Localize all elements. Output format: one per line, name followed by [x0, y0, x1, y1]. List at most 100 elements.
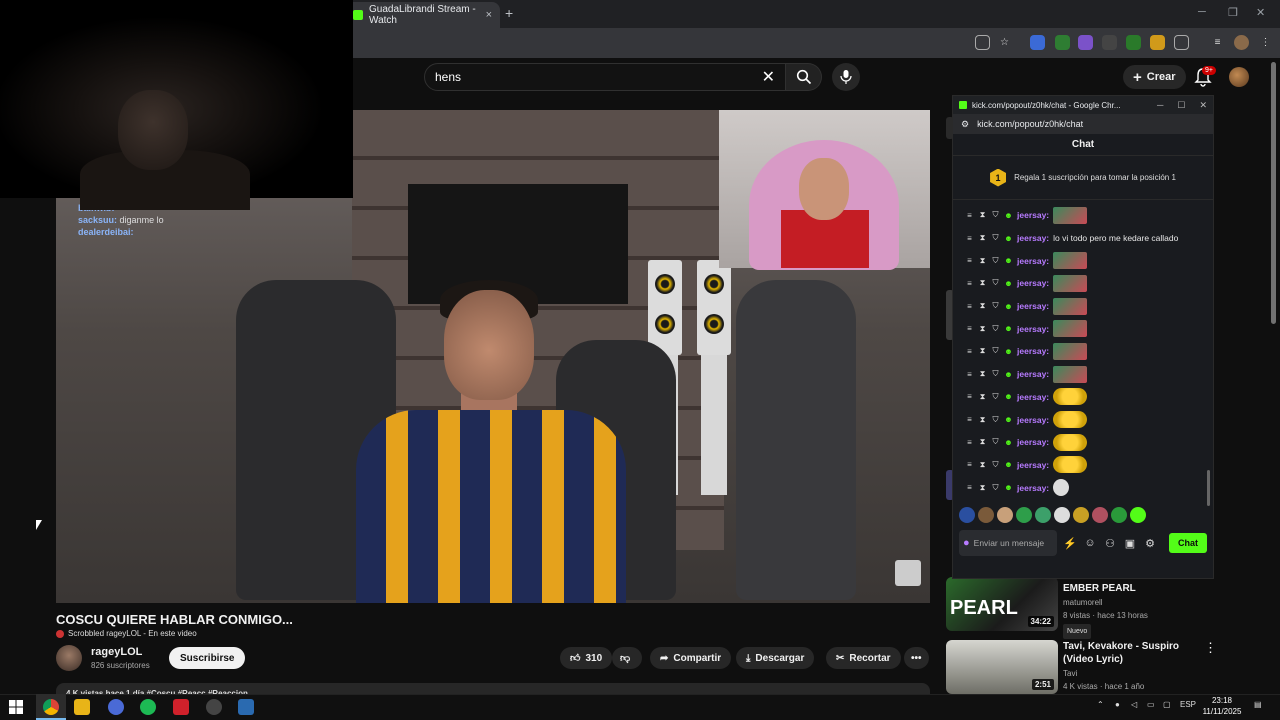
more-actions-button[interactable]: ••• — [904, 647, 929, 669]
ban-shield-icon[interactable]: ⛉ — [991, 210, 1000, 220]
gift-sub-banner[interactable]: 1 Regala 1 suscripción para tomar la pos… — [953, 156, 1213, 200]
like-button[interactable]: 👍︎ 310 — [560, 647, 612, 669]
emote-icon[interactable] — [1016, 507, 1032, 523]
chat-username[interactable]: jeersay: — [1017, 210, 1049, 220]
clear-search-icon[interactable]: ✕ — [762, 67, 775, 87]
chat-username[interactable]: jeersay: — [1017, 301, 1049, 311]
display-icon[interactable]: ▢ — [1163, 700, 1171, 709]
recommended-title[interactable]: EMBER PEARL — [1063, 582, 1203, 595]
chat-username[interactable]: jeersay: — [1017, 346, 1049, 356]
chat-scrollbar[interactable] — [1207, 470, 1210, 506]
emote-icon[interactable] — [1111, 507, 1127, 523]
message-menu-icon[interactable]: ≡ — [965, 370, 974, 379]
profile-icon[interactable] — [1234, 35, 1249, 50]
ban-shield-icon[interactable]: ⛉ — [991, 324, 1000, 333]
site-info-icon[interactable]: ⚙ — [961, 119, 969, 130]
emote-icon[interactable] — [959, 507, 975, 523]
chat-message[interactable]: ≡ ⧗ ⛉ ☻ jeersay: lo vi todo pero me kedare ca… — [965, 227, 1213, 250]
timeout-icon[interactable]: ⧗ — [978, 233, 987, 243]
channel-name[interactable]: rageyLOL — [91, 646, 142, 658]
network-icon[interactable]: ▭ — [1147, 700, 1155, 709]
timeout-icon[interactable]: ⧗ — [978, 483, 987, 492]
ban-shield-icon[interactable]: ⛉ — [991, 346, 1000, 356]
emote-icon[interactable] — [1035, 507, 1051, 523]
emote-icon[interactable] — [997, 507, 1013, 523]
users-icon[interactable]: ⚇ — [1103, 537, 1117, 550]
maximize-window-button[interactable]: ❐ — [1228, 6, 1238, 19]
chat-username[interactable]: jeersay: — [1017, 483, 1049, 493]
message-menu-icon[interactable]: ≡ — [965, 234, 974, 243]
close-window-button[interactable]: ✕ — [1256, 6, 1265, 19]
voice-search-button[interactable] — [832, 63, 860, 91]
emote-icon[interactable] — [1073, 507, 1089, 523]
message-menu-icon[interactable]: ≡ — [965, 211, 974, 220]
search-button[interactable] — [786, 63, 822, 91]
taskbar-clock[interactable]: 23:18 11/11/2025 — [1200, 695, 1244, 717]
recommended-thumbnail[interactable]: 2:51 — [946, 640, 1058, 694]
chat-message[interactable]: ≡ ⧗ ⛉ ☻ jeersay: — [965, 272, 1213, 295]
new-tab-button[interactable]: + — [505, 5, 513, 21]
clip-button[interactable]: ✂ Recortar — [826, 647, 901, 669]
chat-message[interactable]: ≡ ⧗ ⛉ ☻ jeersay: — [965, 249, 1213, 272]
reading-list-icon[interactable]: ≡ — [1210, 35, 1225, 50]
chat-message[interactable]: ≡ ⧗ ⛉ ☻ jeersay: — [965, 431, 1213, 454]
volume-icon[interactable]: ◁ — [1131, 700, 1137, 709]
message-menu-icon[interactable]: ≡ — [965, 279, 974, 288]
timeout-icon[interactable]: ⧗ — [978, 301, 987, 311]
chat-username[interactable]: jeersay: — [1017, 437, 1049, 447]
chrome-icon[interactable] — [43, 699, 59, 715]
maximize-popup-button[interactable]: ☐ — [1177, 100, 1185, 111]
ban-shield-icon[interactable]: ⛉ — [991, 256, 1000, 265]
browser-menu-icon[interactable]: ⋮ — [1258, 35, 1273, 50]
message-menu-icon[interactable]: ≡ — [965, 347, 974, 356]
chat-message[interactable]: ≡ ⧗ ⛉ ☻ jeersay: — [965, 476, 1213, 499]
minimize-window-button[interactable]: ─ — [1198, 6, 1206, 18]
windows-start-icon[interactable] — [8, 699, 24, 715]
timeout-icon[interactable]: ⧗ — [978, 210, 987, 220]
chat-message[interactable]: ≡ ⧗ ⛉ ☻ jeersay: — [965, 386, 1213, 409]
ban-shield-icon[interactable]: ⛉ — [991, 392, 1000, 401]
dislike-button[interactable]: 👎︎ — [612, 647, 642, 669]
keyboard-language[interactable]: ESP — [1180, 700, 1196, 709]
account-avatar[interactable] — [1229, 67, 1249, 87]
timeout-icon[interactable]: ⧗ — [978, 346, 987, 356]
microphone-icon[interactable]: ● — [963, 537, 970, 548]
timeout-icon[interactable]: ⧗ — [978, 324, 987, 333]
extension-icon[interactable] — [1102, 35, 1117, 50]
command-icon[interactable]: ⚡ — [1063, 537, 1077, 550]
notifications-center-icon[interactable]: ▤ — [1254, 700, 1262, 709]
timeout-icon[interactable]: ⧗ — [978, 460, 987, 469]
timeout-icon[interactable]: ⧗ — [978, 369, 987, 379]
timeout-icon[interactable]: ⧗ — [978, 256, 987, 265]
chat-username[interactable]: jeersay: — [1017, 392, 1049, 402]
ban-shield-icon[interactable]: ⛉ — [991, 437, 1000, 447]
emoji-icon[interactable]: ☺ — [1083, 537, 1097, 549]
page-scrollbar[interactable] — [1271, 62, 1276, 324]
subscribe-button[interactable]: Suscribirse — [169, 647, 246, 669]
emote-icon[interactable] — [1130, 507, 1146, 523]
emote-icon[interactable] — [978, 507, 994, 523]
recommended-title[interactable]: Tavi, Kevakore - Suspiro (Video Lyric) — [1063, 640, 1203, 666]
recommended-thumbnail[interactable]: PEARL 34:22 — [946, 577, 1058, 631]
extensions-puzzle-icon[interactable] — [1174, 35, 1189, 50]
chat-username[interactable]: jeersay: — [1017, 256, 1049, 266]
ban-shield-icon[interactable]: ⛉ — [991, 460, 1000, 469]
message-menu-icon[interactable]: ≡ — [965, 415, 974, 424]
ban-shield-icon[interactable]: ⛉ — [991, 278, 1000, 288]
close-popup-button[interactable]: ✕ — [1199, 100, 1207, 111]
bookmark-star-icon[interactable]: ☆ — [997, 35, 1012, 50]
emote-icon[interactable] — [1054, 507, 1070, 523]
chat-message[interactable]: ≡ ⧗ ⛉ ☻ jeersay: — [965, 204, 1213, 227]
message-menu-icon[interactable]: ≡ — [965, 256, 974, 265]
message-menu-icon[interactable]: ≡ — [965, 460, 974, 469]
tray-chevron-icon[interactable]: ⌃ — [1097, 700, 1104, 709]
more-options-icon[interactable]: ⋮ — [1204, 640, 1217, 656]
chat-message[interactable]: ≡ ⧗ ⛉ ☻ jeersay: — [965, 408, 1213, 431]
chat-username[interactable]: jeersay: — [1017, 278, 1049, 288]
settings-gear-icon[interactable]: ⚙ — [1143, 537, 1157, 550]
obs-icon[interactable] — [206, 699, 222, 715]
extension-icon[interactable] — [1078, 35, 1093, 50]
search-input[interactable]: hens ✕ — [424, 63, 786, 91]
download-button[interactable]: ⤓ Descargar — [736, 647, 815, 669]
app-icon[interactable] — [173, 699, 189, 715]
